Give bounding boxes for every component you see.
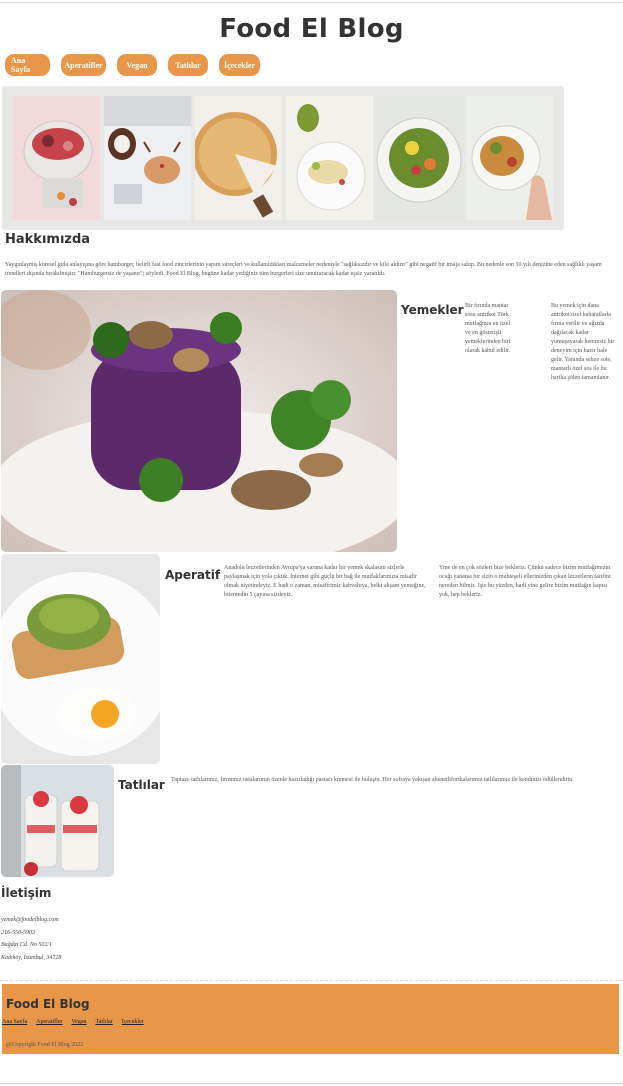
footer-copyright: @Copyright Food El Blog 2022 xyxy=(6,1042,84,1048)
aperatif-title: Aperatif xyxy=(165,568,221,582)
aperatif-col2: Yine de en çok sözleri bize bekleriz. Çü… xyxy=(439,565,611,598)
yemekler-title: Yemekler xyxy=(401,303,464,317)
contact-title: İletişim xyxy=(1,886,52,900)
yemekler-image xyxy=(1,290,397,552)
nav-aperatifler-button[interactable]: Aperatifler xyxy=(61,54,106,76)
footer-link-aperatifler[interactable]: Aperatifler xyxy=(36,1019,62,1025)
food-gallery xyxy=(2,86,564,230)
contact-email[interactable]: yemek@foodelblog.com xyxy=(1,914,61,927)
footer-title: Food El Blog xyxy=(6,997,90,1011)
nav-home-button[interactable]: Ana Sayfa xyxy=(5,54,50,76)
footer-divider xyxy=(0,980,623,981)
yemekler-col1: Bir fırında mantar sosu antrikot Türk mu… xyxy=(465,303,511,354)
gallery-image-cake-roll xyxy=(104,96,191,220)
contact-info: yemek@foodelblog.com 216-550-5903 Bağdat… xyxy=(1,914,61,964)
footer-link-icecekler[interactable]: İçecekler xyxy=(122,1019,144,1025)
nav-tatlilar-button[interactable]: Tatlılar xyxy=(168,54,208,76)
footer: Food El Blog Ana Sayfa Aperatifler Vegan… xyxy=(2,984,619,1054)
main-nav: Ana Sayfa Aperatifler Vegan Tatlılar İçe… xyxy=(5,54,260,76)
footer-link-home[interactable]: Ana Sayfa xyxy=(2,1019,27,1025)
nav-vegan-button[interactable]: Vegan xyxy=(117,54,157,76)
contact-address-street: Bağdat Cd. No 502/1 xyxy=(1,942,53,948)
site-title: Food El Blog xyxy=(219,14,404,44)
nav-icecekler-button[interactable]: İçecekler xyxy=(219,54,260,76)
contact-phone: 216-550-5903 xyxy=(1,929,35,936)
about-text: Yaygınlaşmış küresel gıda anlayışına gör… xyxy=(5,262,602,277)
about-title: Hakkımızda xyxy=(5,232,91,247)
tatlilar-title: Tatlılar xyxy=(118,778,165,792)
tatlilar-image xyxy=(1,765,114,877)
bottom-divider xyxy=(0,1083,623,1084)
footer-link-vegan[interactable]: Vegan xyxy=(72,1019,87,1025)
gallery-image-yogurt xyxy=(13,96,100,220)
yemekler-col2: Bu yemek için dana antrikot özel baharat… xyxy=(551,303,615,381)
gallery-image-bowl-salad xyxy=(376,96,463,220)
aperatif-col1: Anadolu lezzetlerinden Avrupa'ya varana … xyxy=(224,565,426,598)
gallery-image-pear-salad xyxy=(286,96,373,220)
top-divider xyxy=(0,2,623,3)
gallery-image-pie xyxy=(195,96,282,220)
contact-address-city: Kadıköy, İstanbul, 34728 xyxy=(1,954,62,961)
aperatif-image xyxy=(1,554,160,764)
footer-link-tatlilar[interactable]: Tatlılar xyxy=(96,1019,113,1025)
tatlilar-col1: Taptaze tatlılarımız, fırınımız ustaları… xyxy=(171,777,574,783)
gallery-image-hand-bowl xyxy=(466,96,553,220)
footer-links: Ana Sayfa Aperatifler Vegan Tatlılar İçe… xyxy=(2,1019,144,1025)
